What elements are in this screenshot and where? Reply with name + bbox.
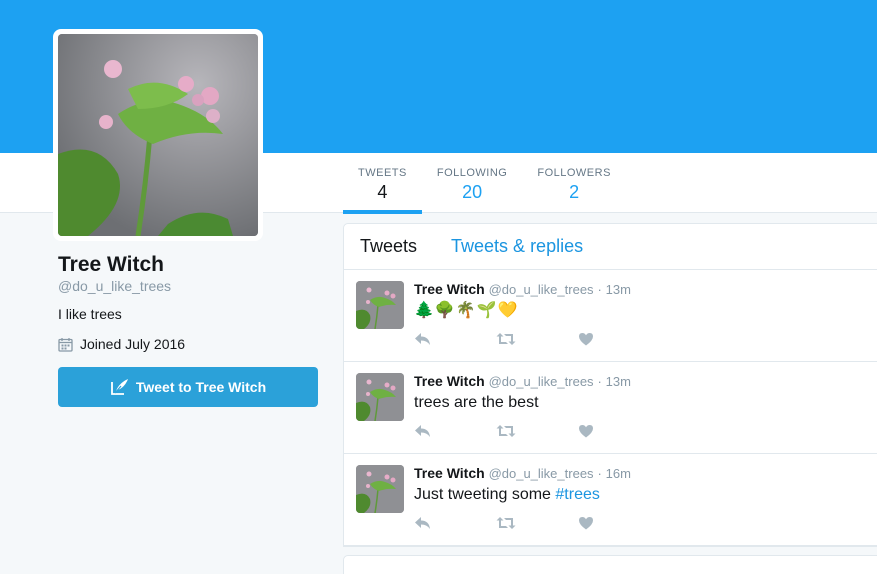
tweet-avatar[interactable] <box>356 281 404 329</box>
tweet-header: Tree Witch @do_u_like_trees · 13m <box>414 281 631 298</box>
like-button[interactable] <box>578 332 660 346</box>
tweet-header: Tree Witch @do_u_like_trees · 13m <box>414 373 631 390</box>
like-button[interactable] <box>578 424 660 438</box>
stat-following[interactable]: FOLLOWING 20 <box>422 153 523 213</box>
hashtag-link[interactable]: #trees <box>555 486 599 503</box>
stat-following-value: 20 <box>462 182 483 202</box>
retweet-icon <box>496 517 516 529</box>
reply-icon <box>415 333 430 345</box>
profile-handle[interactable]: @do_u_like_trees <box>58 278 320 294</box>
retweet-icon <box>496 425 516 437</box>
stat-followers-label: FOLLOWERS <box>537 167 611 179</box>
tweet-to-label: Tweet to Tree Witch <box>135 379 267 395</box>
reply-button[interactable] <box>414 424 496 438</box>
avatar-image <box>58 34 258 236</box>
profile-avatar[interactable] <box>53 29 263 241</box>
tab-tweets[interactable]: Tweets <box>360 236 417 257</box>
calendar-icon <box>58 337 73 352</box>
compose-icon <box>110 379 128 395</box>
reply-icon <box>415 517 430 529</box>
tweet-avatar[interactable] <box>356 373 404 421</box>
tweet-author-name[interactable]: Tree Witch <box>414 465 485 481</box>
retweet-icon <box>496 333 516 345</box>
stat-followers-value: 2 <box>569 182 580 202</box>
retweet-button[interactable] <box>496 516 578 530</box>
profile-stats: TWEETS 4 FOLLOWING 20 FOLLOWERS 2 <box>343 153 626 214</box>
tweet-separator: · <box>597 466 602 481</box>
retweet-button[interactable] <box>496 424 578 438</box>
heart-icon <box>579 517 593 530</box>
next-module-card <box>343 555 877 574</box>
stat-tweets-label: TWEETS <box>358 167 407 179</box>
tweet-author-name[interactable]: Tree Witch <box>414 281 485 297</box>
profile-joined: Joined July 2016 <box>58 335 320 353</box>
tweet-actions <box>414 332 660 346</box>
timeline: Tweets Tweets & replies Tree Witch @do_u… <box>343 223 877 547</box>
tweet-actions <box>414 424 660 438</box>
reply-button[interactable] <box>414 332 496 346</box>
reply-button[interactable] <box>414 516 496 530</box>
like-button[interactable] <box>578 516 660 530</box>
tweet-text-body: Just tweeting some <box>414 486 556 503</box>
stat-following-label: FOLLOWING <box>436 167 508 179</box>
tweet-item[interactable]: Tree Witch @do_u_like_trees · 16m Just t… <box>344 454 877 546</box>
stat-followers[interactable]: FOLLOWERS 2 <box>522 153 626 213</box>
profile-bio: I like trees <box>58 306 122 322</box>
tweet-author-handle[interactable]: @do_u_like_trees <box>489 374 594 389</box>
tweet-separator: · <box>597 282 602 297</box>
tweet-item[interactable]: Tree Witch @do_u_like_trees · 13m trees … <box>344 362 877 454</box>
tweet-item[interactable]: Tree Witch @do_u_like_trees · 13m 🌲🌳🌴🌱💛 <box>344 270 877 362</box>
stat-tweets[interactable]: TWEETS 4 <box>343 153 422 214</box>
tweet-text: trees are the best <box>414 394 539 411</box>
tweet-to-button[interactable]: Tweet to Tree Witch <box>58 367 318 407</box>
tweet-header: Tree Witch @do_u_like_trees · 16m <box>414 465 631 482</box>
tweet-actions <box>414 516 660 530</box>
tweet-text: Just tweeting some #trees <box>414 484 600 506</box>
heart-icon <box>579 333 593 346</box>
tweet-timestamp[interactable]: 16m <box>606 466 631 481</box>
profile-card: Tree Witch @do_u_like_trees I like trees… <box>58 252 320 407</box>
stat-tweets-value: 4 <box>377 182 388 202</box>
tweet-avatar[interactable] <box>356 465 404 513</box>
joined-text: Joined July 2016 <box>80 336 186 352</box>
tweet-author-handle[interactable]: @do_u_like_trees <box>489 282 594 297</box>
heart-icon <box>579 425 593 438</box>
tweet-separator: · <box>597 374 602 389</box>
tab-tweets-replies[interactable]: Tweets & replies <box>451 236 583 257</box>
tweet-author-name[interactable]: Tree Witch <box>414 373 485 389</box>
timeline-tabs: Tweets Tweets & replies <box>344 224 877 270</box>
tweet-text: 🌲🌳🌴🌱💛 <box>414 302 519 319</box>
tweet-author-handle[interactable]: @do_u_like_trees <box>489 466 594 481</box>
reply-icon <box>415 425 430 437</box>
profile-name[interactable]: Tree Witch <box>58 252 320 278</box>
retweet-button[interactable] <box>496 332 578 346</box>
tweet-timestamp[interactable]: 13m <box>606 374 631 389</box>
tweet-timestamp[interactable]: 13m <box>606 282 631 297</box>
